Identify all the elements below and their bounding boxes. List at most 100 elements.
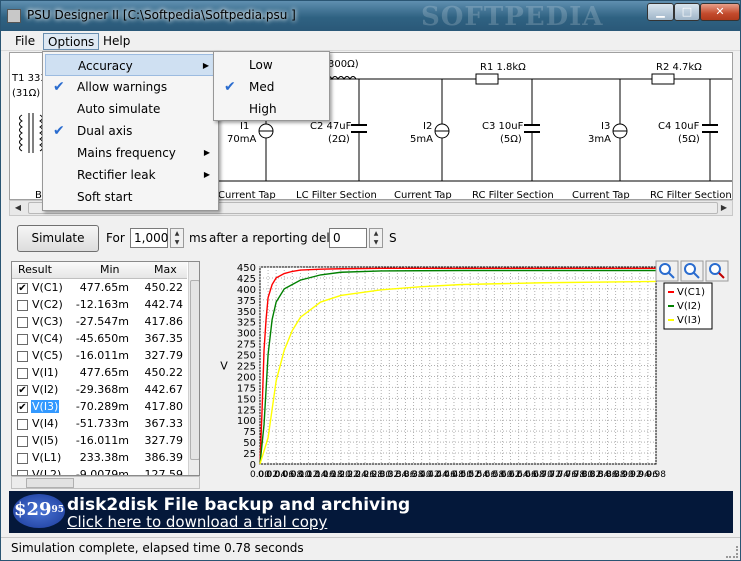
options-menu-item[interactable]: Mains frequency ▶ <box>45 142 216 164</box>
result-checkbox[interactable] <box>17 368 28 379</box>
i3-label: I3 <box>601 121 610 132</box>
options-menu-item[interactable]: Soft start <box>45 186 216 208</box>
spin-up-icon[interactable]: ▲ <box>370 229 382 238</box>
result-name: V(C1) <box>32 281 63 294</box>
results-list[interactable]: Result Min Max ✔ V(C1) 477.65m 450.22 V(C2) -… <box>11 261 200 476</box>
result-checkbox[interactable] <box>17 300 28 311</box>
y-tick-label: 200 <box>237 372 256 383</box>
result-row[interactable]: V(C3) -27.547m 417.86 <box>12 314 187 331</box>
submenu-arrow-icon: ▶ <box>202 61 209 70</box>
result-row[interactable]: V(L2) -9.0079m 127.59 <box>12 467 187 475</box>
result-row[interactable]: V(I4) -51.733m 367.33 <box>12 416 187 433</box>
result-checkbox[interactable] <box>17 436 28 447</box>
ad-banner[interactable]: $2995 disk2disk File backup and archivin… <box>9 491 733 533</box>
minimize-button[interactable]: ▁ <box>647 3 674 21</box>
accuracy-menu-item[interactable]: High <box>216 98 327 120</box>
status-bar: Simulation complete, elapsed time 0.78 s… <box>1 537 740 560</box>
c2-resistance: (2Ω) <box>328 134 350 145</box>
result-name: V(I1) <box>32 366 59 379</box>
ad-download-link[interactable]: Click here to download a trial copy <box>67 513 327 531</box>
result-checkbox[interactable]: ✔ <box>17 402 28 413</box>
c3-resistance: (5Ω) <box>500 134 522 145</box>
y-tick-label: 250 <box>237 351 256 362</box>
results-hscrollbar[interactable] <box>11 476 200 489</box>
result-name: V(L1) <box>32 451 62 464</box>
seconds-label: S <box>389 231 397 245</box>
result-row[interactable]: ✔ V(C1) 477.65m 450.22 <box>12 280 187 297</box>
result-row[interactable]: V(C4) -45.650m 367.35 <box>12 331 187 348</box>
spin-up-icon[interactable]: ▲ <box>171 229 183 238</box>
column-result[interactable]: Result <box>18 263 52 276</box>
column-min[interactable]: Min <box>100 263 120 276</box>
scroll-right-icon[interactable]: ▶ <box>717 202 731 214</box>
delay-spinner[interactable]: ▲ ▼ <box>369 228 383 248</box>
options-menu-item[interactable]: Auto simulate <box>45 98 216 120</box>
result-checkbox[interactable] <box>17 351 28 362</box>
zoom-in-icon <box>659 263 671 275</box>
result-checkbox[interactable] <box>17 453 28 464</box>
r2-label: R2 4.7kΩ <box>656 62 702 73</box>
resize-grip[interactable] <box>726 546 738 558</box>
duration-spinner[interactable]: ▲ ▼ <box>170 228 184 248</box>
close-button[interactable]: ✕ <box>700 3 740 21</box>
result-min: -16.011m <box>75 434 129 447</box>
result-max: 417.80 <box>144 400 184 413</box>
result-checkbox[interactable]: ✔ <box>17 283 28 294</box>
y-axis-label: V <box>220 360 228 373</box>
legend-entry: V(C1) <box>677 287 705 298</box>
result-row[interactable]: V(C5) -16.011m 327.79 <box>12 348 187 365</box>
accuracy-submenu: Low ✔ Med High <box>213 51 330 121</box>
delay-input[interactable]: 0 <box>329 228 367 248</box>
result-row[interactable]: V(C2) -12.163m 442.74 <box>12 297 187 314</box>
result-max: 327.79 <box>144 349 184 362</box>
spin-down-icon[interactable]: ▼ <box>171 238 183 247</box>
options-menu-item[interactable]: ✔ Allow warnings <box>45 76 216 98</box>
result-checkbox[interactable] <box>17 334 28 345</box>
section-label: Current Tap <box>572 190 630 200</box>
spin-down-icon[interactable]: ▼ <box>370 238 382 247</box>
menu-item-label: Mains frequency <box>77 146 176 160</box>
result-name: V(I3) <box>31 400 60 413</box>
scroll-thumb[interactable] <box>190 280 199 460</box>
column-max[interactable]: Max <box>154 263 177 276</box>
result-name: V(C5) <box>32 349 63 362</box>
accuracy-menu-item[interactable]: Low <box>216 54 327 76</box>
result-row[interactable]: ✔ V(I2) -29.368m 442.67 <box>12 382 187 399</box>
result-checkbox[interactable] <box>17 419 28 430</box>
menu-options[interactable]: Options <box>43 33 100 50</box>
result-row[interactable]: V(I5) -16.011m 327.79 <box>12 433 187 450</box>
duration-input[interactable]: 1,000 <box>130 228 168 248</box>
menu-help[interactable]: Help <box>99 33 134 50</box>
result-row[interactable]: V(L1) 233.38m 386.39 <box>12 450 187 467</box>
accuracy-menu-item[interactable]: ✔ Med <box>216 76 327 98</box>
i3-current: 3mA <box>588 134 611 145</box>
result-checkbox[interactable] <box>17 317 28 328</box>
result-name: V(C3) <box>32 315 63 328</box>
c4-label: C4 10uF <box>658 121 700 132</box>
result-max: 367.35 <box>144 332 184 345</box>
result-min: -12.163m <box>75 298 129 311</box>
options-menu: Accuracy ▶ ✔ Allow warnings Auto simulate ✔ Du… <box>42 51 219 211</box>
result-min: 233.38m <box>79 451 129 464</box>
result-checkbox[interactable]: ✔ <box>17 385 28 396</box>
status-text: Simulation complete, elapsed time 0.78 s… <box>11 541 304 555</box>
y-tick-label: 350 <box>237 307 256 318</box>
result-max: 442.67 <box>144 383 184 396</box>
result-row[interactable]: V(I1) 477.65m 450.22 <box>12 365 187 382</box>
scroll-left-icon[interactable]: ◀ <box>11 202 25 214</box>
for-label: For <box>106 231 125 245</box>
options-menu-item[interactable]: Accuracy ▶ <box>45 54 216 76</box>
results-scrollbar[interactable] <box>188 262 199 475</box>
result-row[interactable]: ✔ V(I3) -70.289m 417.80 <box>12 399 187 416</box>
legend-entry: V(I3) <box>677 315 701 326</box>
options-menu-item[interactable]: Rectifier leak ▶ <box>45 164 216 186</box>
simulate-button[interactable]: Simulate <box>17 225 99 252</box>
y-tick-label: 425 <box>237 274 256 285</box>
y-tick-label: 225 <box>237 362 256 373</box>
menu-file[interactable]: File <box>11 33 39 50</box>
maximize-button[interactable]: □ <box>674 3 700 21</box>
r1-label: R1 1.8kΩ <box>480 62 526 73</box>
options-menu-item[interactable]: ✔ Dual axis <box>45 120 216 142</box>
scroll-thumb[interactable] <box>26 478 74 488</box>
zoom-reset-icon <box>709 263 721 275</box>
